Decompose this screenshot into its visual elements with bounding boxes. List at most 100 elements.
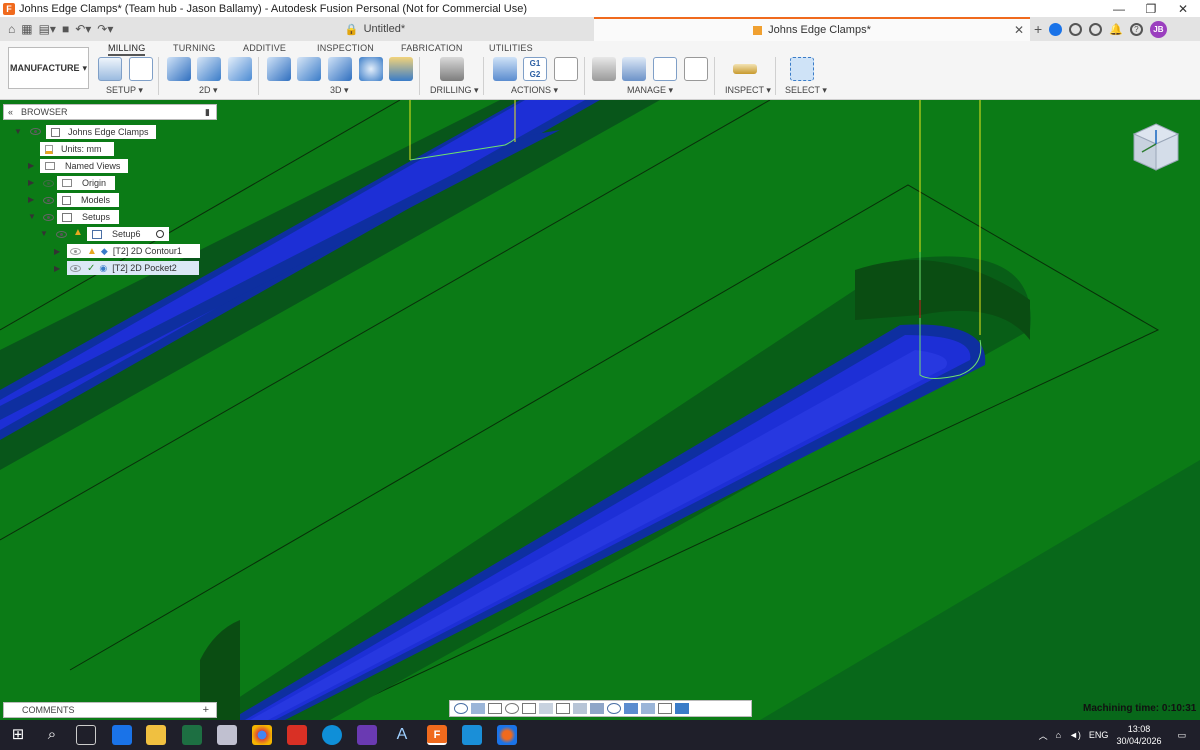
2d-adaptive-icon[interactable] (167, 57, 191, 81)
browser-panel-header[interactable]: « BROWSER ▮ (3, 104, 217, 120)
language-indicator[interactable]: ENG (1089, 730, 1109, 740)
visibility-eye-icon[interactable] (43, 214, 54, 221)
group-3d[interactable]: 3D ▾ (330, 85, 349, 96)
tree-node-2d-pocket2[interactable]: ✓ ◉ [T2] 2D Pocket2 (67, 261, 199, 275)
avatar[interactable]: JB (1149, 20, 1167, 38)
tool-library-icon[interactable] (592, 57, 616, 81)
stock-display-icon[interactable] (590, 703, 604, 714)
extension-icon[interactable] (1049, 22, 1063, 36)
orbit-icon[interactable] (454, 703, 468, 714)
machine-library-icon[interactable] (622, 57, 646, 81)
visibility-eye-icon[interactable] (30, 128, 41, 135)
tree-node-2d-contour1[interactable]: ▲ ◆ [T2] 2D Contour1 (67, 244, 200, 258)
chevron-down-icon[interactable]: ▼ (40, 229, 48, 238)
tree-node-setups[interactable]: Setups (57, 210, 119, 224)
group-drilling[interactable]: DRILLING ▾ (430, 85, 479, 96)
chevron-right-icon[interactable]: ▶ (54, 264, 60, 273)
chevron-right-icon[interactable]: ▶ (28, 161, 34, 170)
drill-icon[interactable] (440, 57, 464, 81)
save-icon[interactable]: ■ (62, 22, 69, 36)
volume-icon[interactable]: ◄) (1069, 730, 1081, 740)
3d-adaptive-icon[interactable] (267, 57, 291, 81)
template-library-icon[interactable] (684, 57, 708, 81)
view-cube[interactable] (1130, 122, 1182, 174)
fusion-taskbar-icon[interactable]: F (427, 725, 447, 745)
tab-utilities[interactable]: UTILITIES (489, 43, 533, 53)
tree-node-named-views[interactable]: Named Views (40, 159, 128, 173)
file-menu-icon[interactable]: ▤▾ (39, 22, 56, 36)
3d-viewport[interactable] (0, 100, 1200, 720)
tab-milling[interactable]: MILLING (108, 43, 146, 56)
group-setup[interactable]: SETUP ▾ (106, 85, 143, 96)
help-icon[interactable]: ? (1129, 22, 1143, 36)
clock-icon[interactable] (1089, 22, 1103, 36)
visibility-eye-icon[interactable] (70, 247, 81, 255)
display-settings-icon[interactable] (539, 703, 553, 714)
zoom-icon[interactable] (505, 703, 519, 714)
effects-icon[interactable] (624, 703, 638, 714)
windows-start-icon[interactable]: ⊞ (8, 725, 28, 745)
toolpath-canvas[interactable] (0, 100, 1200, 720)
steep-shallow-icon[interactable] (328, 57, 352, 81)
chevron-up-icon[interactable]: ︿ (1039, 729, 1048, 742)
group-actions[interactable]: ACTIONS ▾ (511, 85, 558, 96)
post-library-icon[interactable] (653, 57, 677, 81)
autodesk-icon[interactable]: A (392, 725, 412, 745)
setup-sheet-icon[interactable] (129, 57, 153, 81)
file-explorer-icon[interactable] (146, 725, 166, 745)
chevron-down-icon[interactable]: ▼ (28, 212, 36, 221)
app-icon[interactable] (217, 725, 237, 745)
close-tab-icon[interactable]: ✕ (1014, 23, 1024, 37)
tab-fabrication[interactable]: FABRICATION (401, 43, 463, 53)
search-icon[interactable]: ⌕ (42, 725, 62, 745)
chevron-right-icon[interactable]: ▶ (28, 195, 34, 204)
add-comment-icon[interactable]: + (203, 704, 209, 716)
refresh-icon[interactable] (607, 703, 621, 714)
grid-icon[interactable] (556, 703, 570, 714)
clock[interactable]: 13:08 30/04/2026 (1116, 723, 1161, 747)
tab-johns-edge-clamps[interactable]: Johns Edge Clamps* ✕ (594, 17, 1030, 41)
chevron-down-icon[interactable]: ▼ (14, 127, 22, 136)
look-at-icon[interactable] (471, 703, 485, 714)
filter-icon[interactable] (658, 703, 672, 714)
tab-inspection[interactable]: INSPECTION (317, 43, 374, 53)
comments-panel[interactable]: COMMENTS + (3, 702, 217, 718)
tab-untitled[interactable]: 🔒 Untitled* (158, 17, 592, 41)
close-window-button[interactable]: ✕ (1166, 0, 1200, 17)
parallel-icon[interactable] (359, 57, 383, 81)
chevron-right-icon[interactable]: ▶ (28, 178, 34, 187)
3d-pocket-icon[interactable] (297, 57, 321, 81)
tree-node-origin[interactable]: Origin (57, 176, 115, 190)
visibility-eye-icon[interactable] (43, 197, 54, 204)
chrome-icon[interactable] (252, 725, 272, 745)
pan-icon[interactable] (488, 703, 502, 714)
tree-node-document[interactable]: Johns Edge Clamps (46, 125, 156, 139)
collapse-panel-icon[interactable]: « (8, 107, 13, 117)
minimize-button[interactable]: — (1102, 0, 1136, 17)
group-inspect[interactable]: INSPECT ▾ (725, 85, 771, 96)
camera-icon[interactable] (641, 703, 655, 714)
chevron-right-icon[interactable]: ▶ (54, 247, 60, 256)
new-setup-icon[interactable] (98, 57, 122, 81)
group-manage[interactable]: MANAGE ▾ (627, 85, 673, 96)
app-icon[interactable] (357, 725, 377, 745)
excel-icon[interactable] (182, 725, 202, 745)
simulation-icon[interactable] (675, 703, 689, 714)
visibility-eye-icon[interactable] (70, 264, 81, 272)
group-select[interactable]: SELECT ▾ (785, 85, 827, 96)
tree-node-units[interactable]: Units: mm (40, 142, 114, 156)
face-icon[interactable] (228, 57, 252, 81)
notification-center-icon[interactable]: ▭ (1177, 730, 1186, 741)
select-window-icon[interactable] (790, 57, 814, 81)
redo-icon[interactable]: ↷▾ (97, 22, 113, 36)
store-icon[interactable] (112, 725, 132, 745)
new-tab-icon[interactable]: + (1034, 21, 1042, 37)
measure-icon[interactable] (733, 64, 757, 74)
task-view-icon[interactable] (76, 725, 96, 745)
tree-node-models[interactable]: Models (57, 193, 119, 207)
zoom-window-icon[interactable] (522, 703, 536, 714)
group-2d[interactable]: 2D ▾ (199, 85, 218, 96)
maximize-button[interactable]: ❐ (1134, 0, 1168, 17)
contour-3d-icon[interactable] (389, 57, 413, 81)
tab-turning[interactable]: TURNING (173, 43, 215, 53)
